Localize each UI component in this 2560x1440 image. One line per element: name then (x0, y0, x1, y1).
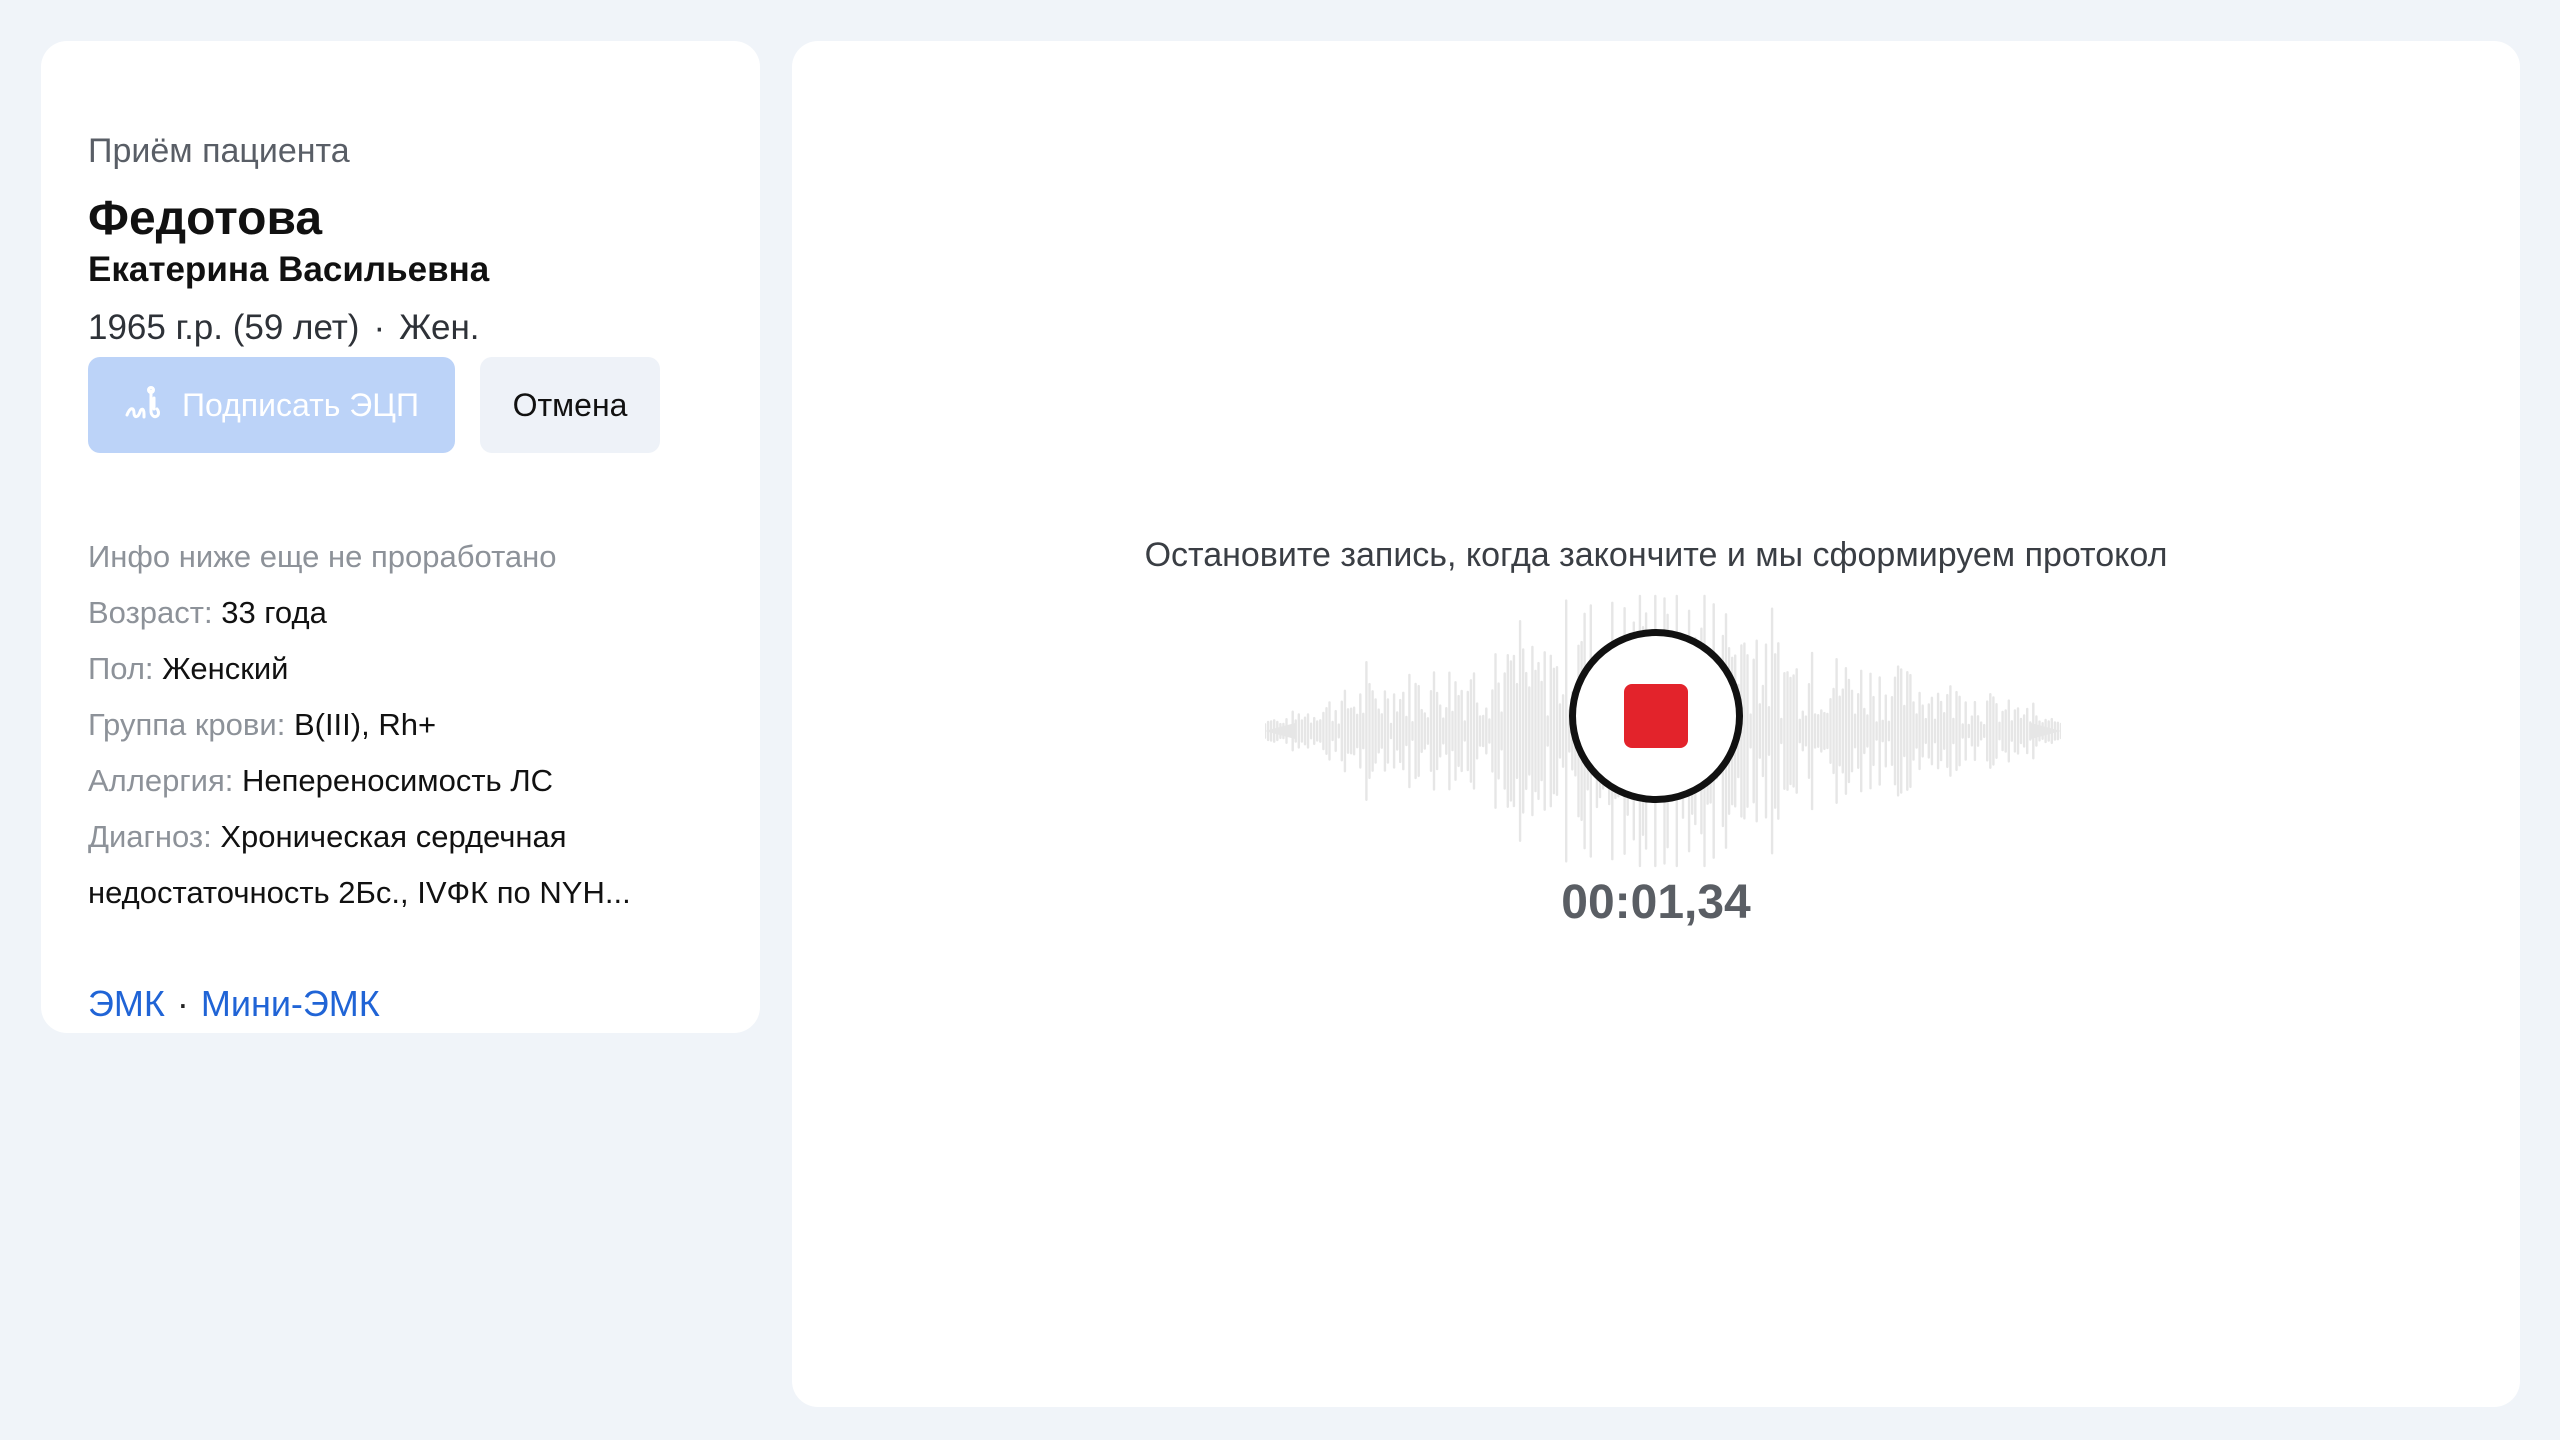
sign-ecp-label: Подписать ЭЦП (182, 386, 419, 423)
mini-emk-link[interactable]: Мини-ЭМК (201, 983, 380, 1024)
info-row-diagnosis: Диагноз: Хроническая сердечная недостато… (88, 809, 728, 921)
info-label: Возраст: (88, 595, 213, 630)
info-label: Аллергия: (88, 763, 234, 798)
info-row-blood-group: Группа крови: B(III), Rh+ (88, 697, 728, 753)
cancel-button[interactable]: Отмена (480, 357, 660, 453)
sign-ecp-button[interactable]: Подписать ЭЦП (88, 357, 455, 453)
info-label: Пол: (88, 651, 154, 686)
card-caption: Приём пациента (88, 132, 350, 170)
info-label: Группа крови: (88, 707, 286, 742)
patient-meta: 1965 г.р. (59 лет) · Жен. (88, 307, 480, 349)
patient-info: Инфо ниже еще не проработано Возраст: 33… (88, 529, 728, 921)
recording-timer: 00:01,34 (1561, 876, 1751, 929)
info-row-allergy: Аллергия: Непереносимость ЛС (88, 753, 728, 809)
patient-surname: Федотова (88, 192, 323, 245)
info-label: Диагноз: (88, 819, 212, 854)
info-value: Непереносимость ЛС (241, 763, 554, 798)
info-row-age: Возраст: 33 года (88, 585, 728, 641)
patient-card: Приём пациента Федотова Екатерина Василь… (41, 41, 760, 1033)
emk-link[interactable]: ЭМК (88, 983, 165, 1024)
recording-panel: Остановите запись, когда закончите и мы … (792, 41, 2520, 1407)
patient-sex: Жен. (399, 308, 480, 347)
stop-recording-button[interactable] (1569, 629, 1743, 803)
stop-icon (1624, 684, 1688, 748)
info-row-sex: Пол: Женский (88, 641, 728, 697)
info-note: Инфо ниже еще не проработано (88, 539, 557, 574)
patient-given-names: Екатерина Васильевна (88, 250, 490, 289)
info-value: Женский (162, 651, 289, 686)
recording-hint: Остановите запись, когда закончите и мы … (1144, 536, 2168, 574)
info-value: 33 года (221, 595, 327, 630)
separator-dot: · (176, 983, 189, 1024)
info-value: B(III), Rh+ (293, 707, 437, 742)
emk-links: ЭМК · Мини-ЭМК (88, 979, 380, 1029)
patient-birth: 1965 г.р. (59 лет) (88, 308, 360, 347)
separator-dot: · (373, 308, 386, 347)
signature-icon (125, 386, 161, 419)
